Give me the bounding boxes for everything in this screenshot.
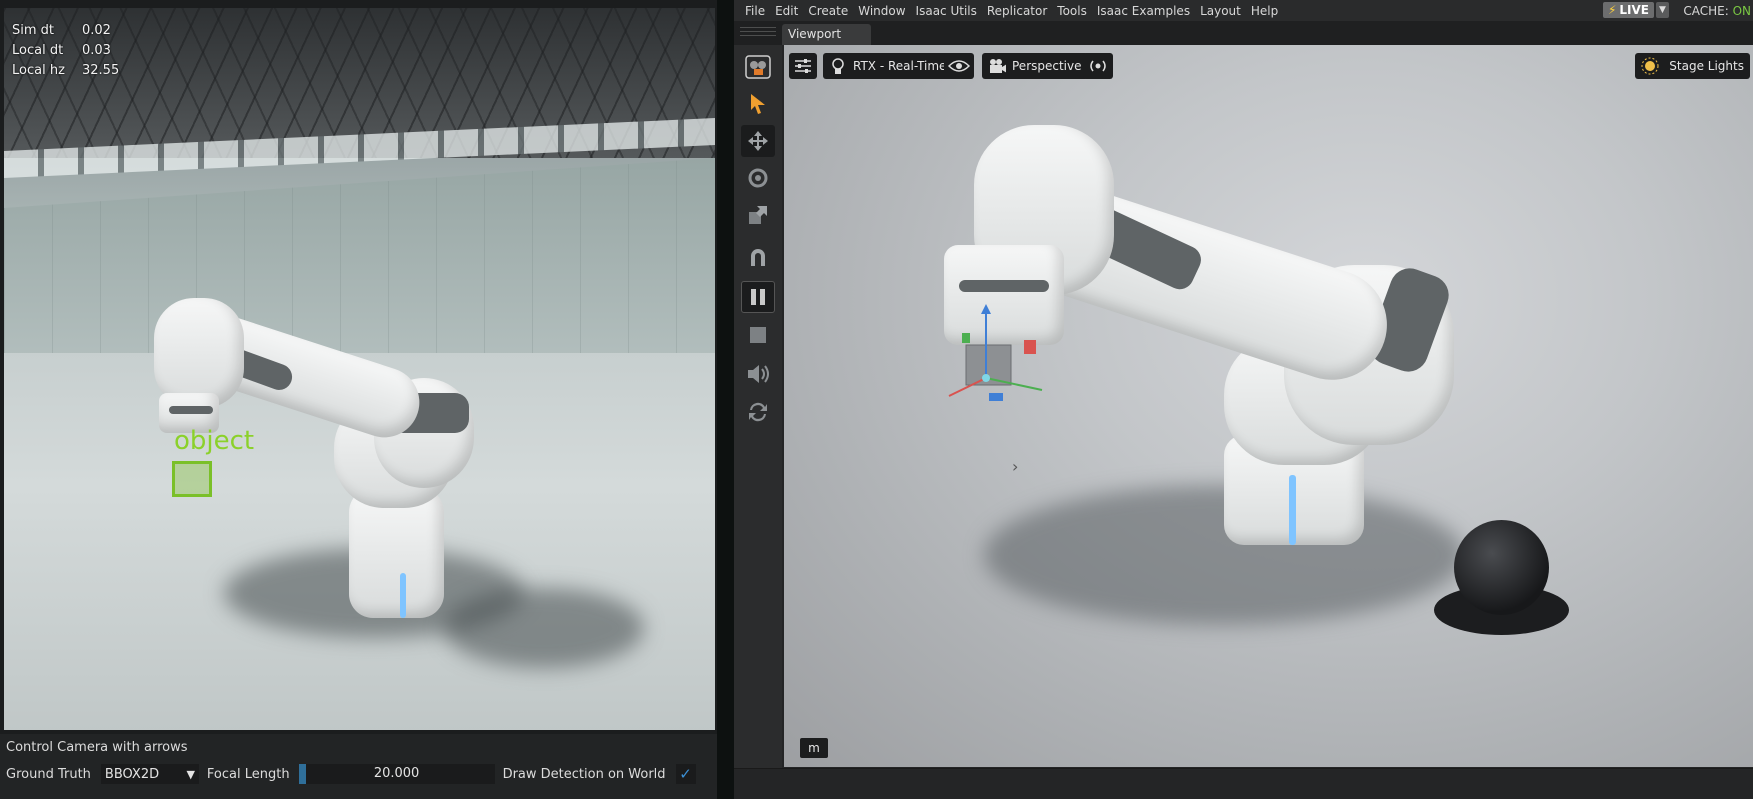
stop-icon — [750, 327, 766, 343]
scale-tool-button[interactable] — [741, 199, 775, 231]
focal-length-value: 20.000 — [373, 766, 420, 781]
menu-file[interactable]: File — [745, 4, 765, 18]
camera-icon — [745, 55, 771, 79]
refresh-icon — [749, 402, 767, 422]
live-controls: ⚡ LIVE ▼ — [1602, 2, 1669, 18]
tab-viewport[interactable]: Viewport — [782, 24, 872, 45]
audio-icon — [748, 365, 769, 383]
stage-lights-button[interactable]: Stage Lights — [1635, 53, 1750, 79]
stage-lights-label: Stage Lights — [1669, 59, 1744, 73]
pause-button[interactable] — [741, 281, 775, 313]
menu-create[interactable]: Create — [808, 4, 848, 18]
detection-label: object — [174, 426, 255, 456]
snap-button[interactable] — [741, 241, 775, 273]
menu-isaac-utils[interactable]: Isaac Utils — [916, 4, 977, 18]
viewport-canvas[interactable]: RTX - Real-Time Perspective Stage Lights… — [784, 45, 1753, 767]
draw-detection-label: Draw Detection on World — [502, 766, 666, 782]
cache-state: ON — [1732, 4, 1751, 18]
broadcast-button[interactable] — [1083, 53, 1113, 79]
camera-controls: Control Camera with arrows Ground Truth … — [0, 734, 717, 799]
ground-truth-label: Ground Truth — [6, 766, 91, 782]
cache-label: CACHE: — [1683, 4, 1729, 18]
lightbulb-icon — [829, 57, 847, 75]
ground-truth-dropdown[interactable]: BBOX2D ▼ — [100, 764, 199, 784]
focal-length-label: Focal Length — [206, 766, 290, 782]
lightning-icon: ⚡ — [1607, 3, 1617, 17]
menu-bar: File Edit Create Window Isaac Utils Repl… — [734, 0, 1753, 21]
chevron-right-icon[interactable]: › — [1012, 457, 1018, 476]
camera-button[interactable]: Perspective — [982, 53, 1088, 79]
detection-bounding-box — [172, 461, 212, 497]
menu-tools[interactable]: Tools — [1057, 4, 1087, 18]
dropdown-arrow-icon: ▼ — [186, 767, 195, 781]
stat-row-local-dt: Local dt 0.03 — [12, 41, 119, 61]
move-icon — [748, 131, 768, 151]
select-icon — [751, 94, 765, 114]
select-tool-button[interactable] — [741, 88, 775, 120]
menu-edit[interactable]: Edit — [775, 4, 798, 18]
camera-select-button[interactable] — [741, 51, 775, 83]
robot-shadow-2 — [444, 588, 644, 668]
panel-grip-icon[interactable] — [740, 27, 776, 39]
left-toolbar — [734, 45, 782, 775]
eye-icon — [948, 60, 970, 72]
menu-replicator[interactable]: Replicator — [987, 4, 1047, 18]
stat-row-sim-dt: Sim dt 0.02 — [12, 21, 119, 41]
sim-stats-overlay: Sim dt 0.02 Local dt 0.03 Local hz 32.55 — [12, 21, 119, 81]
status-bar — [734, 768, 1753, 799]
focal-length-slider[interactable]: 20.000 — [298, 764, 495, 784]
stat-value: 32.55 — [82, 63, 120, 78]
settings-sliders-icon — [795, 59, 811, 73]
menu-window[interactable]: Window — [858, 4, 905, 18]
menu-isaac-examples[interactable]: Isaac Examples — [1097, 4, 1190, 18]
cache-status[interactable]: CACHE: ON — [1683, 4, 1751, 18]
transform-gizmo[interactable] — [944, 300, 1054, 410]
menu-help[interactable]: Help — [1251, 4, 1278, 18]
broadcast-icon — [1090, 60, 1106, 72]
camera-hint: Control Camera with arrows — [6, 740, 188, 755]
menu-layout[interactable]: Layout — [1200, 4, 1241, 18]
stat-row-local-hz: Local hz 32.55 — [12, 61, 119, 81]
live-label: LIVE — [1619, 3, 1649, 17]
move-tool-button[interactable] — [741, 125, 775, 157]
rotate-icon — [748, 168, 768, 188]
isaac-sim-window: File Edit Create Window Isaac Utils Repl… — [734, 0, 1753, 799]
pause-icon — [751, 289, 765, 305]
hall-wall — [4, 158, 715, 358]
rotate-tool-button[interactable] — [741, 162, 775, 194]
visibility-button[interactable] — [944, 53, 974, 79]
units-button[interactable]: m — [800, 738, 828, 758]
stat-label: Sim dt — [12, 23, 55, 38]
camera-render-view[interactable]: Sim dt 0.02 Local dt 0.03 Local hz 32.55… — [4, 8, 715, 730]
renderer-label: RTX - Real-Time — [853, 59, 947, 73]
renderer-button[interactable]: RTX - Real-Time — [823, 53, 953, 79]
controls-row: Ground Truth BBOX2D ▼ Focal Length 20.00… — [6, 764, 696, 784]
sun-icon — [1641, 57, 1659, 75]
refresh-button[interactable] — [741, 396, 775, 428]
stop-button[interactable] — [741, 319, 775, 351]
live-dropdown-button[interactable]: ▼ — [1656, 2, 1669, 18]
snap-icon — [751, 249, 765, 266]
draw-detection-checkbox[interactable]: ✓ — [675, 764, 696, 784]
camera-panel: Sim dt 0.02 Local dt 0.03 Local hz 32.55… — [0, 0, 717, 799]
stat-value: 0.03 — [82, 43, 111, 58]
video-camera-icon — [988, 57, 1006, 75]
chevron-down-icon: ▼ — [1659, 5, 1666, 15]
audio-button[interactable] — [741, 358, 775, 390]
camera-label: Perspective — [1012, 59, 1082, 73]
live-button[interactable]: ⚡ LIVE — [1602, 2, 1654, 18]
scale-icon — [749, 206, 767, 224]
stat-label: Local hz — [12, 63, 65, 78]
viewport-settings-button[interactable] — [789, 53, 817, 79]
checkmark-icon: ✓ — [679, 765, 692, 783]
stat-value: 0.02 — [82, 23, 111, 38]
stat-label: Local dt — [12, 43, 64, 58]
tab-strip: Viewport — [734, 21, 1753, 45]
ground-truth-value: BBOX2D — [104, 766, 160, 782]
